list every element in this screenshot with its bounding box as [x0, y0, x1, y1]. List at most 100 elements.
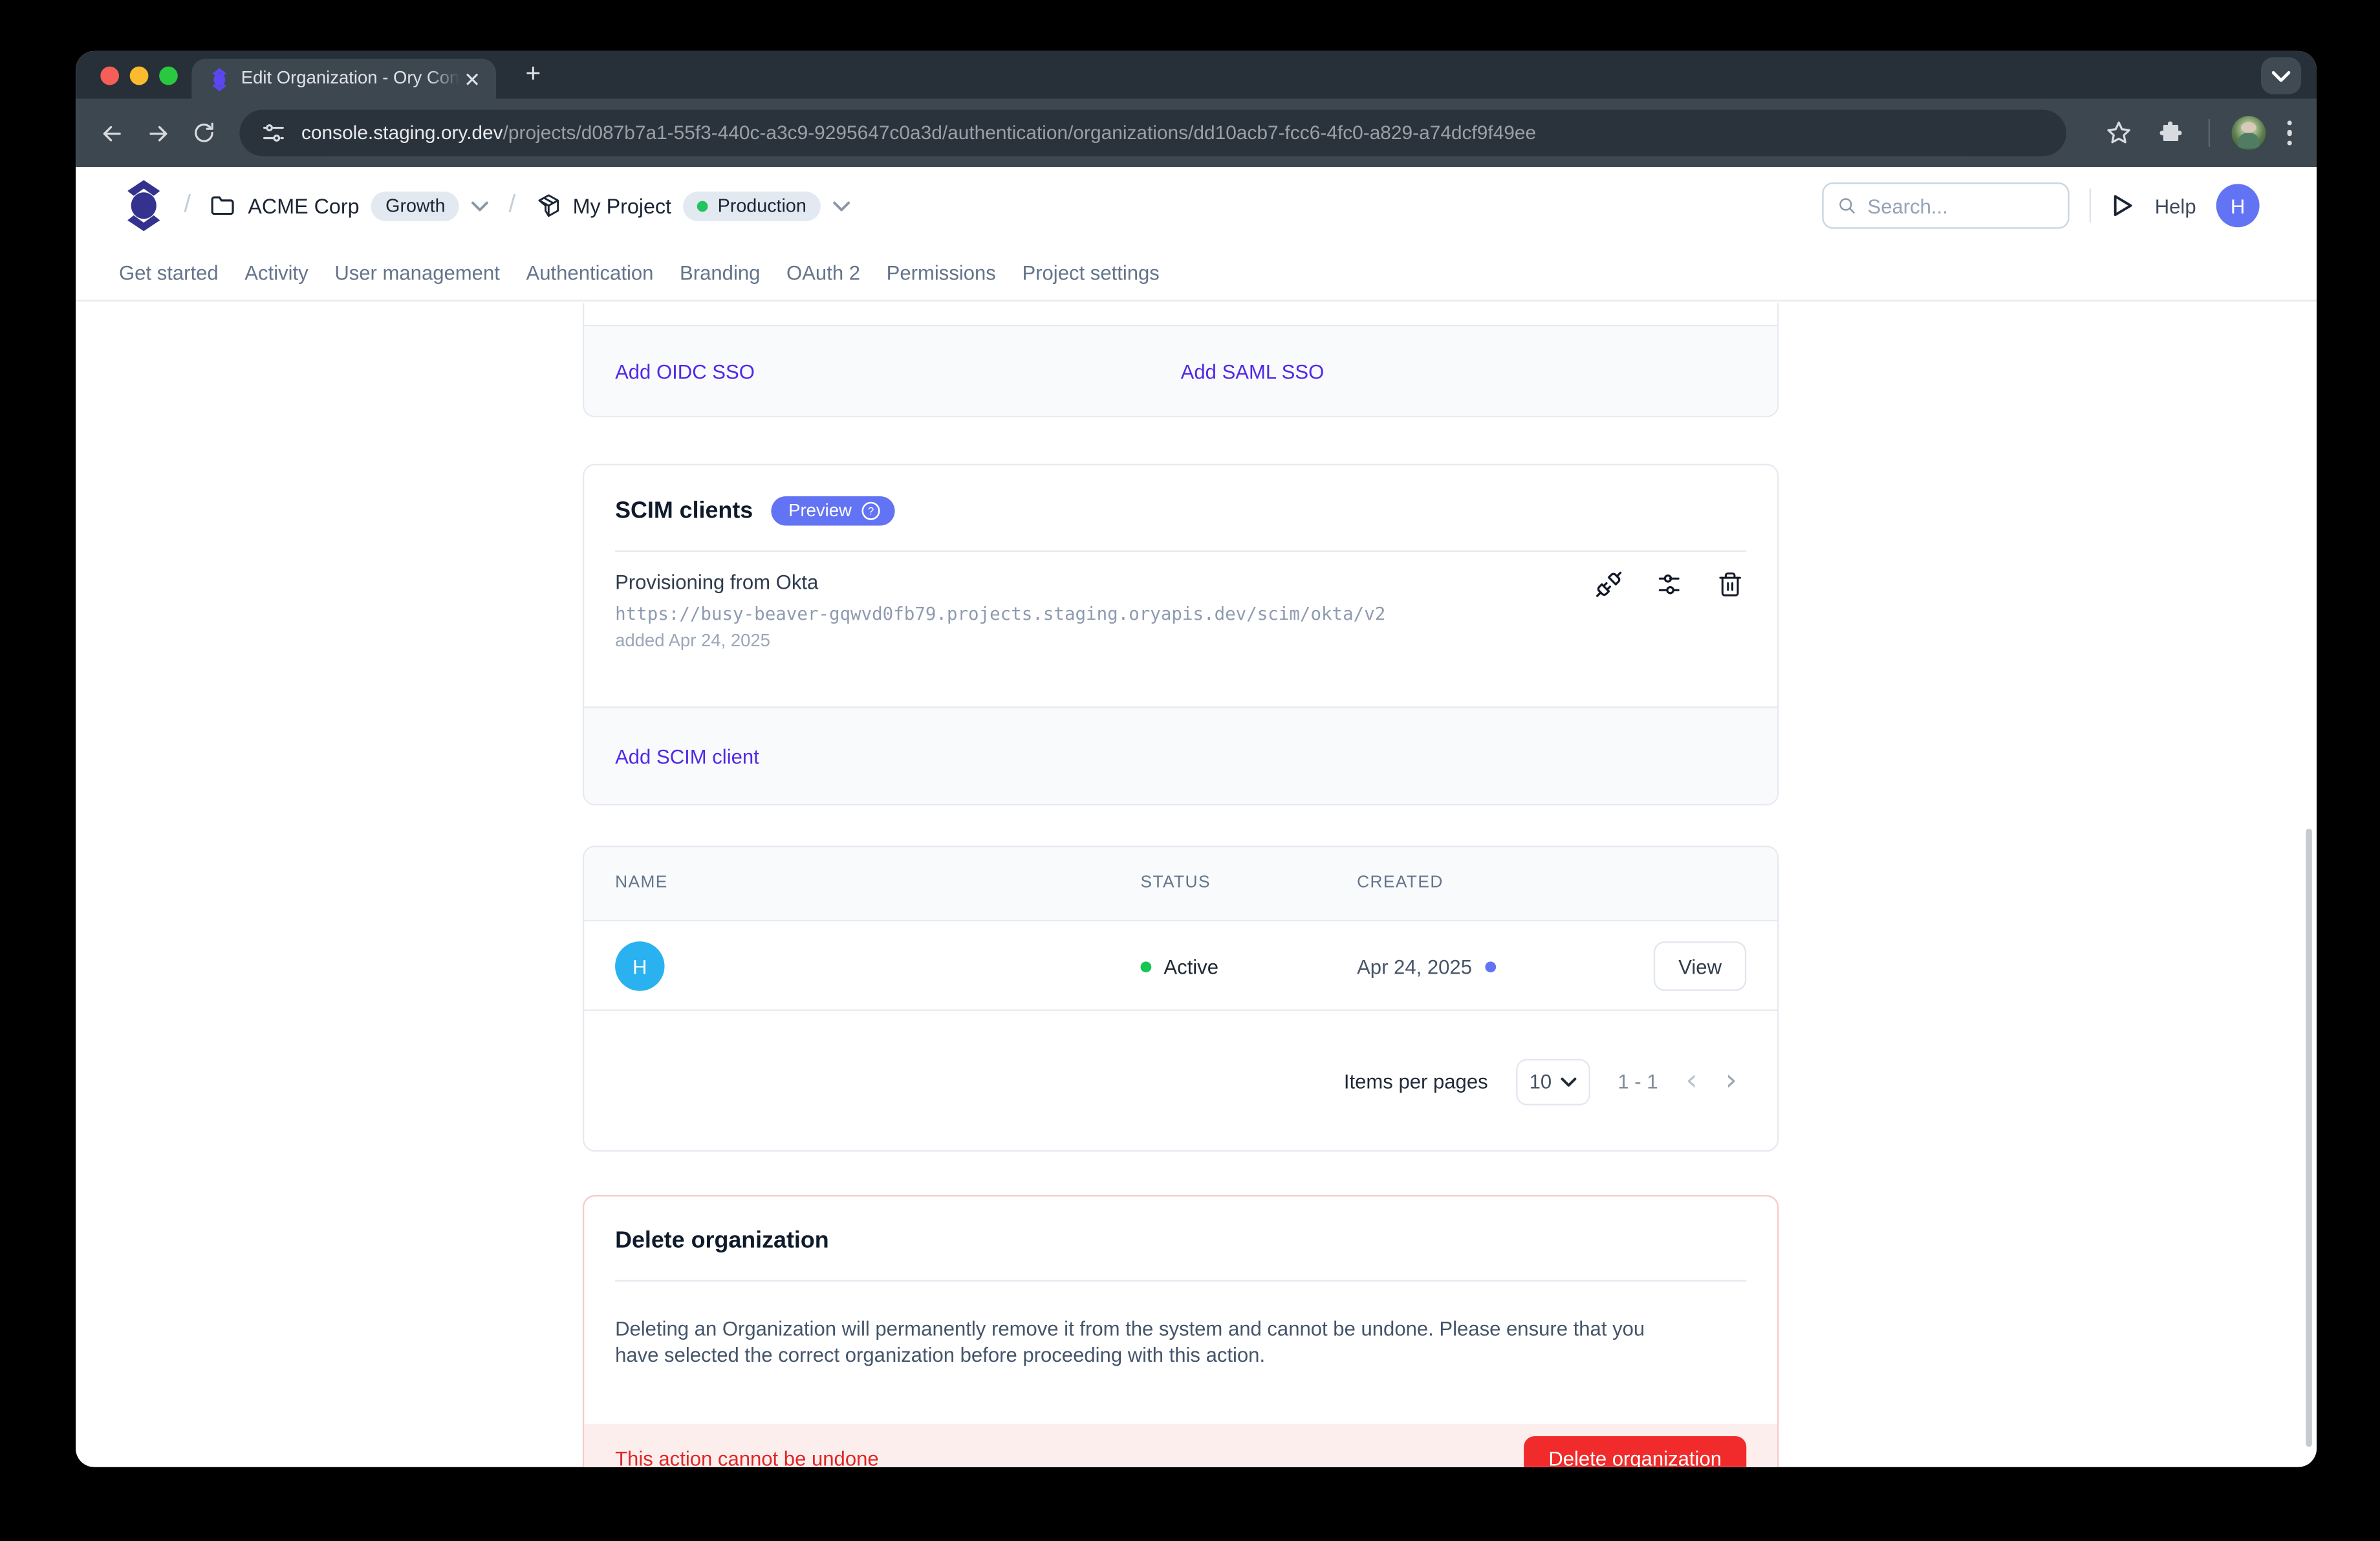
- bookmark-button[interactable]: [2103, 118, 2134, 149]
- console-header: / ACME Corp Growth /: [76, 167, 2317, 244]
- next-page-button[interactable]: ›: [1726, 1067, 1737, 1096]
- browser-tab[interactable]: Edit Organization - Ory Conso ✕: [191, 59, 496, 99]
- nav-get-started[interactable]: Get started: [119, 261, 219, 284]
- nav-branding[interactable]: Branding: [680, 261, 760, 284]
- scim-connection-button[interactable]: [1595, 571, 1623, 598]
- sliders-icon: [1655, 571, 1683, 598]
- tab-title: Edit Organization - Ory Conso: [241, 70, 461, 89]
- chevron-down-icon: [1561, 1077, 1577, 1086]
- environment-dot: [698, 200, 709, 211]
- question-circle-icon[interactable]: ?: [861, 501, 881, 521]
- danger-description: Deleting an Organization will permanentl…: [584, 1282, 1703, 1368]
- svg-text:?: ?: [868, 506, 874, 518]
- url-domain: console.staging.ory.dev: [301, 122, 503, 144]
- created-dot: [1486, 961, 1497, 972]
- ory-logo: [124, 179, 164, 232]
- nav-oauth2[interactable]: OAuth 2: [786, 261, 860, 284]
- nav-project-settings[interactable]: Project settings: [1022, 261, 1159, 284]
- header-actions: Help H: [1823, 182, 2260, 229]
- chevron-down-icon: [2272, 71, 2291, 82]
- column-status: STATUS: [1141, 873, 1211, 892]
- reload-button[interactable]: [190, 119, 218, 147]
- unplug-icon: [1595, 571, 1623, 598]
- scim-delete-button[interactable]: [1715, 571, 1743, 598]
- star-icon: [2104, 119, 2132, 147]
- previous-page-button[interactable]: ‹: [1686, 1067, 1698, 1096]
- scim-card-title: SCIM clients: [615, 497, 753, 524]
- help-link[interactable]: Help: [2155, 194, 2196, 217]
- folder-icon: [211, 195, 235, 216]
- delete-organization-button[interactable]: Delete organization: [1524, 1436, 1746, 1467]
- forward-icon: [144, 120, 171, 146]
- url-path: /projects/d087b7a1-55f3-440c-a3c9-929564…: [503, 122, 1537, 144]
- tab-search-button[interactable]: [2261, 57, 2301, 94]
- nav-authentication[interactable]: Authentication: [526, 261, 654, 284]
- scim-card-footer: Add SCIM client: [584, 706, 1777, 804]
- browser-menu-button[interactable]: [2286, 120, 2291, 146]
- add-scim-client-link[interactable]: Add SCIM client: [615, 745, 759, 768]
- status-label: Active: [1163, 955, 1218, 978]
- search-box[interactable]: [1823, 182, 2070, 229]
- scim-client-added: added Apr 24, 2025: [615, 632, 1746, 651]
- environment-label: Production: [718, 195, 806, 216]
- view-button[interactable]: View: [1654, 941, 1746, 990]
- close-tab-icon[interactable]: ✕: [460, 69, 484, 89]
- toolbar-divider: [2208, 119, 2209, 147]
- close-window-button[interactable]: [100, 67, 119, 85]
- scim-client-row: Provisioning from Okta https://busy-beav…: [584, 552, 1777, 651]
- table-header: NAME STATUS CREATED: [584, 847, 1777, 922]
- minimize-window-button[interactable]: [130, 67, 149, 85]
- add-saml-sso-link[interactable]: Add SAML SSO: [1181, 360, 1325, 383]
- scim-client-url: https://busy-beaver-gqwvd0fb79.projects.…: [615, 603, 1746, 624]
- danger-card-title: Delete organization: [615, 1227, 829, 1254]
- browser-window: Edit Organization - Ory Conso ✕ +: [76, 51, 2317, 1467]
- browser-profile-avatar[interactable]: [2231, 116, 2265, 150]
- workspace-name: ACME Corp: [248, 194, 359, 217]
- scim-settings-button[interactable]: [1655, 571, 1683, 598]
- back-icon: [98, 120, 125, 146]
- nav-user-management[interactable]: User management: [334, 261, 500, 284]
- column-created: CREATED: [1357, 873, 1444, 892]
- ory-console-page: / ACME Corp Growth /: [76, 167, 2317, 1467]
- project-nav: Get started Activity User management Aut…: [76, 245, 2317, 301]
- items-per-page-select[interactable]: 10: [1516, 1058, 1590, 1105]
- danger-warning-text: This action cannot be undone: [615, 1447, 879, 1467]
- breadcrumb-separator: /: [509, 191, 516, 219]
- created-cell: Apr 24, 2025: [1357, 921, 1497, 1011]
- search-icon: [1838, 195, 1857, 216]
- status-cell: Active: [1141, 921, 1218, 1011]
- add-oidc-sso-link[interactable]: Add OIDC SSO: [615, 360, 755, 383]
- site-settings-icon[interactable]: [261, 120, 286, 145]
- url-text: console.staging.ory.dev/projects/d087b7a…: [301, 122, 1536, 144]
- sso-card-footer: Add OIDC SSO Add SAML SSO: [584, 325, 1777, 416]
- breadcrumb: / ACME Corp Growth /: [124, 179, 850, 232]
- items-per-page-value: 10: [1530, 1070, 1552, 1093]
- user-avatar[interactable]: H: [2216, 184, 2260, 227]
- tab-strip: Edit Organization - Ory Conso ✕ +: [76, 51, 2317, 99]
- forward-button[interactable]: [144, 119, 171, 147]
- workspace-switcher[interactable]: ACME Corp Growth: [211, 191, 488, 220]
- new-tab-button[interactable]: +: [515, 56, 552, 93]
- main-content: Add OIDC SSO Add SAML SSO SCIM clients P…: [583, 303, 1779, 1467]
- project-env-badge: Production: [684, 191, 820, 220]
- sso-card: Add OIDC SSO Add SAML SSO: [583, 303, 1779, 417]
- address-bar[interactable]: console.staging.ory.dev/projects/d087b7a…: [239, 110, 2065, 157]
- scim-client-name: Provisioning from Okta: [615, 571, 1746, 594]
- danger-card-header: Delete organization: [584, 1197, 1777, 1280]
- project-switcher[interactable]: My Project Production: [536, 191, 849, 220]
- puzzle-icon: [2157, 119, 2185, 147]
- search-input[interactable]: [1867, 194, 2054, 217]
- nav-permissions[interactable]: Permissions: [887, 261, 996, 284]
- status-dot: [1141, 961, 1152, 972]
- chevron-down-icon: [832, 200, 849, 211]
- nav-activity[interactable]: Activity: [244, 261, 308, 284]
- play-icon[interactable]: [2112, 193, 2135, 218]
- maximize-window-button[interactable]: [159, 67, 178, 85]
- extensions-button[interactable]: [2155, 118, 2186, 149]
- pagination: Items per pages 10 1 - 1 ‹ ›: [584, 1011, 1777, 1152]
- page-scrollbar[interactable]: [2306, 829, 2312, 1447]
- delete-organization-card: Delete organization Deleting an Organiza…: [583, 1195, 1779, 1467]
- back-button[interactable]: [98, 119, 125, 147]
- scim-client-actions: [1595, 571, 1743, 598]
- danger-card-footer: This action cannot be undone Delete orga…: [584, 1424, 1777, 1467]
